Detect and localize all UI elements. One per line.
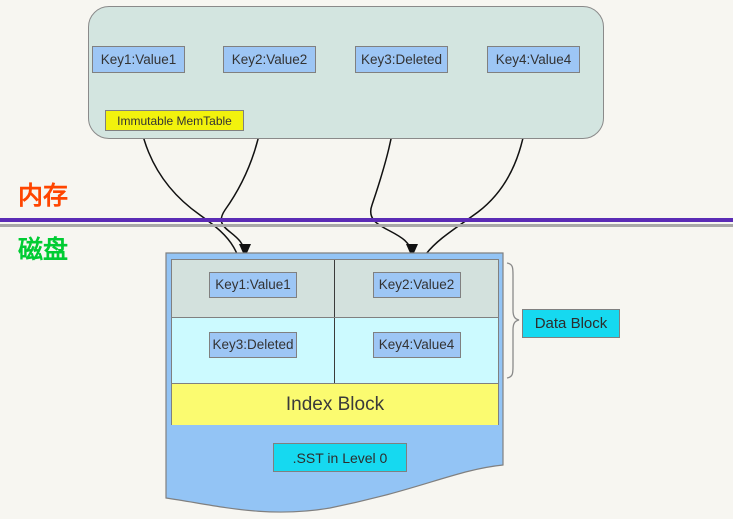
data-block-cell-0-1: Key2:Value2 [335, 260, 498, 317]
data-block-brace [506, 262, 520, 379]
data-block-entry-key4[interactable]: Key4:Value4 [372, 331, 461, 358]
index-block: Index Block [172, 383, 498, 425]
disk-zone-label: 磁盘 [18, 236, 69, 264]
sst-file-label: .SST in Level 0 [273, 443, 407, 472]
memtable-entry-key2[interactable]: Key2:Value2 [223, 46, 316, 73]
memory-zone-label: 内存 [18, 182, 69, 210]
data-block-row-top: Key1:Value1 Key2:Value2 [172, 260, 498, 318]
memtable-entry-key1[interactable]: Key1:Value1 [92, 46, 185, 73]
data-block-cell-1-0: Key3:Deleted [172, 318, 335, 383]
memory-disk-divider [0, 218, 733, 222]
data-block-row-bottom: Key3:Deleted Key4:Value4 [172, 318, 498, 383]
memtable-entry-key4[interactable]: Key4:Value4 [487, 46, 580, 73]
immutable-memtable-label: Immutable MemTable [105, 110, 244, 131]
sst-data-table: Key1:Value1 Key2:Value2 Key3:Deleted Key… [171, 259, 499, 425]
data-block-entry-key2[interactable]: Key2:Value2 [372, 271, 461, 298]
memtable-entry-key3[interactable]: Key3:Deleted [355, 46, 448, 73]
memory-disk-divider-shadow [0, 224, 733, 227]
data-block-cell-0-0: Key1:Value1 [172, 260, 335, 317]
data-block-entry-key3[interactable]: Key3:Deleted [209, 331, 297, 358]
data-block-cell-1-1: Key4:Value4 [335, 318, 498, 383]
data-block-label: Data Block [522, 309, 620, 338]
diagram-canvas: Key1:Value1 Key2:Value2 Key3:Deleted Key… [0, 0, 733, 519]
data-block-entry-key1[interactable]: Key1:Value1 [209, 271, 297, 298]
